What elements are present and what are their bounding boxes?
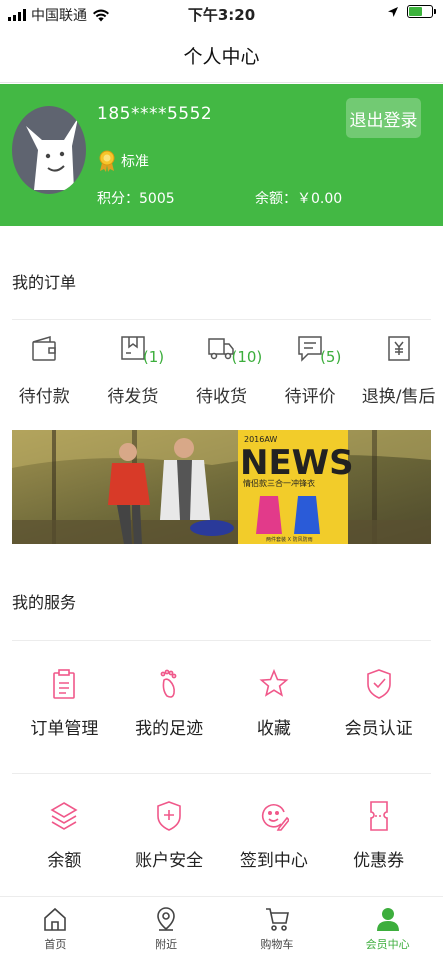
order-count: (5) bbox=[320, 348, 342, 366]
services-row-1: 订单管理 我的足迹 收藏 会员认证 bbox=[12, 668, 431, 739]
shield-plus-icon bbox=[157, 801, 181, 831]
clipboard-icon bbox=[53, 669, 76, 699]
status-time: 下午3:20 bbox=[187, 6, 256, 24]
logout-button[interactable]: 退出登录 bbox=[346, 98, 421, 138]
tab-label: 会员中心 bbox=[365, 938, 410, 951]
service-label: 我的足迹 bbox=[135, 719, 204, 739]
star-icon bbox=[259, 668, 289, 697]
balance-label: 余额：￥0.00 bbox=[255, 191, 343, 207]
services-section-title: 我的服务 bbox=[12, 593, 77, 612]
wallet-icon bbox=[32, 335, 57, 361]
user-icon bbox=[376, 908, 399, 931]
order-pending-payment[interactable]: 待付款 bbox=[0, 334, 89, 414]
points-label: 积分：5005 bbox=[97, 191, 175, 207]
order-count: (10) bbox=[231, 348, 263, 366]
bottom-tab-bar: 首页 附近 购物车 会员中心 bbox=[0, 896, 443, 960]
order-label: 待发货 bbox=[107, 387, 159, 407]
location-arrow-icon bbox=[388, 6, 398, 17]
promo-banner[interactable]: 2016AW NEWS 情侣款三合一冲锋衣 两件套装 X 防风防雨 bbox=[12, 430, 431, 544]
divider bbox=[12, 640, 431, 641]
order-refund[interactable]: 退换/售后 bbox=[354, 334, 443, 414]
service-coupons[interactable]: 优惠券 bbox=[326, 800, 431, 871]
tab-nearby[interactable]: 附近 bbox=[111, 897, 222, 960]
location-pin-icon bbox=[157, 907, 175, 931]
order-label: 退换/售后 bbox=[361, 387, 436, 407]
divider bbox=[12, 773, 431, 774]
services-row-2: 余额 账户安全 签到中心 优惠券 bbox=[12, 800, 431, 871]
member-level-label: 标准 bbox=[121, 154, 149, 170]
page-title: 个人中心 bbox=[0, 28, 443, 83]
tab-label: 附近 bbox=[155, 938, 178, 951]
tab-label: 购物车 bbox=[260, 938, 294, 951]
smile-pen-icon bbox=[261, 803, 289, 831]
service-favorites[interactable]: 收藏 bbox=[222, 668, 327, 739]
home-icon bbox=[44, 907, 67, 931]
tab-member-center[interactable]: 会员中心 bbox=[332, 897, 443, 960]
service-label: 签到中心 bbox=[239, 851, 308, 871]
battery-icon bbox=[407, 5, 436, 18]
tab-home[interactable]: 首页 bbox=[0, 897, 111, 960]
user-phone: 185****5552 bbox=[97, 104, 213, 124]
member-level: 标准 bbox=[97, 150, 149, 172]
service-label: 账户安全 bbox=[135, 851, 204, 871]
order-pending-receipt[interactable]: (10) 待收货 bbox=[177, 334, 266, 414]
service-footprint[interactable]: 我的足迹 bbox=[117, 668, 222, 739]
service-label: 会员认证 bbox=[344, 719, 413, 739]
service-account-security[interactable]: 账户安全 bbox=[117, 800, 222, 871]
orders-row: 待付款 (1) 待发货 (10) 待收货 (5) 待评价 退换/售后 bbox=[0, 334, 443, 414]
medal-icon bbox=[99, 150, 115, 172]
divider bbox=[12, 319, 431, 320]
service-checkin[interactable]: 签到中心 bbox=[222, 800, 327, 871]
service-balance[interactable]: 余额 bbox=[12, 800, 117, 871]
cart-icon bbox=[265, 908, 289, 931]
orders-section-title: 我的订单 bbox=[12, 273, 77, 292]
service-label: 订单管理 bbox=[30, 719, 99, 739]
status-right bbox=[387, 5, 436, 18]
service-label: 收藏 bbox=[256, 719, 291, 739]
banner-headline: NEWS bbox=[240, 443, 354, 483]
service-label: 余额 bbox=[47, 851, 82, 871]
order-label: 待评价 bbox=[284, 387, 336, 407]
shield-check-icon bbox=[366, 669, 391, 699]
banner-subtitle: 情侣款三合一冲锋衣 bbox=[243, 478, 315, 488]
order-label: 待收货 bbox=[195, 387, 247, 407]
service-order-management[interactable]: 订单管理 bbox=[12, 668, 117, 739]
tab-cart[interactable]: 购物车 bbox=[222, 897, 333, 960]
order-count: (1) bbox=[142, 348, 165, 366]
footprint-icon bbox=[160, 669, 177, 698]
order-pending-shipment[interactable]: (1) 待发货 bbox=[89, 334, 178, 414]
profile-header: 185****5552 标准 积分：5005 余额：￥0.00 退出登录 bbox=[0, 84, 443, 226]
service-member-verification[interactable]: 会员认证 bbox=[326, 668, 431, 739]
order-pending-review[interactable]: (5) 待评价 bbox=[266, 334, 355, 414]
order-label: 待付款 bbox=[18, 387, 70, 407]
coupon-icon bbox=[369, 801, 388, 831]
avatar[interactable] bbox=[12, 106, 86, 194]
tab-label: 首页 bbox=[44, 938, 67, 951]
service-label: 优惠券 bbox=[353, 851, 405, 871]
status-bar: 中国联通 下午3:20 bbox=[0, 0, 443, 28]
layers-icon bbox=[50, 802, 78, 830]
banner-caption: 两件套装 X 防风防雨 bbox=[266, 536, 313, 543]
refund-icon bbox=[387, 336, 410, 361]
